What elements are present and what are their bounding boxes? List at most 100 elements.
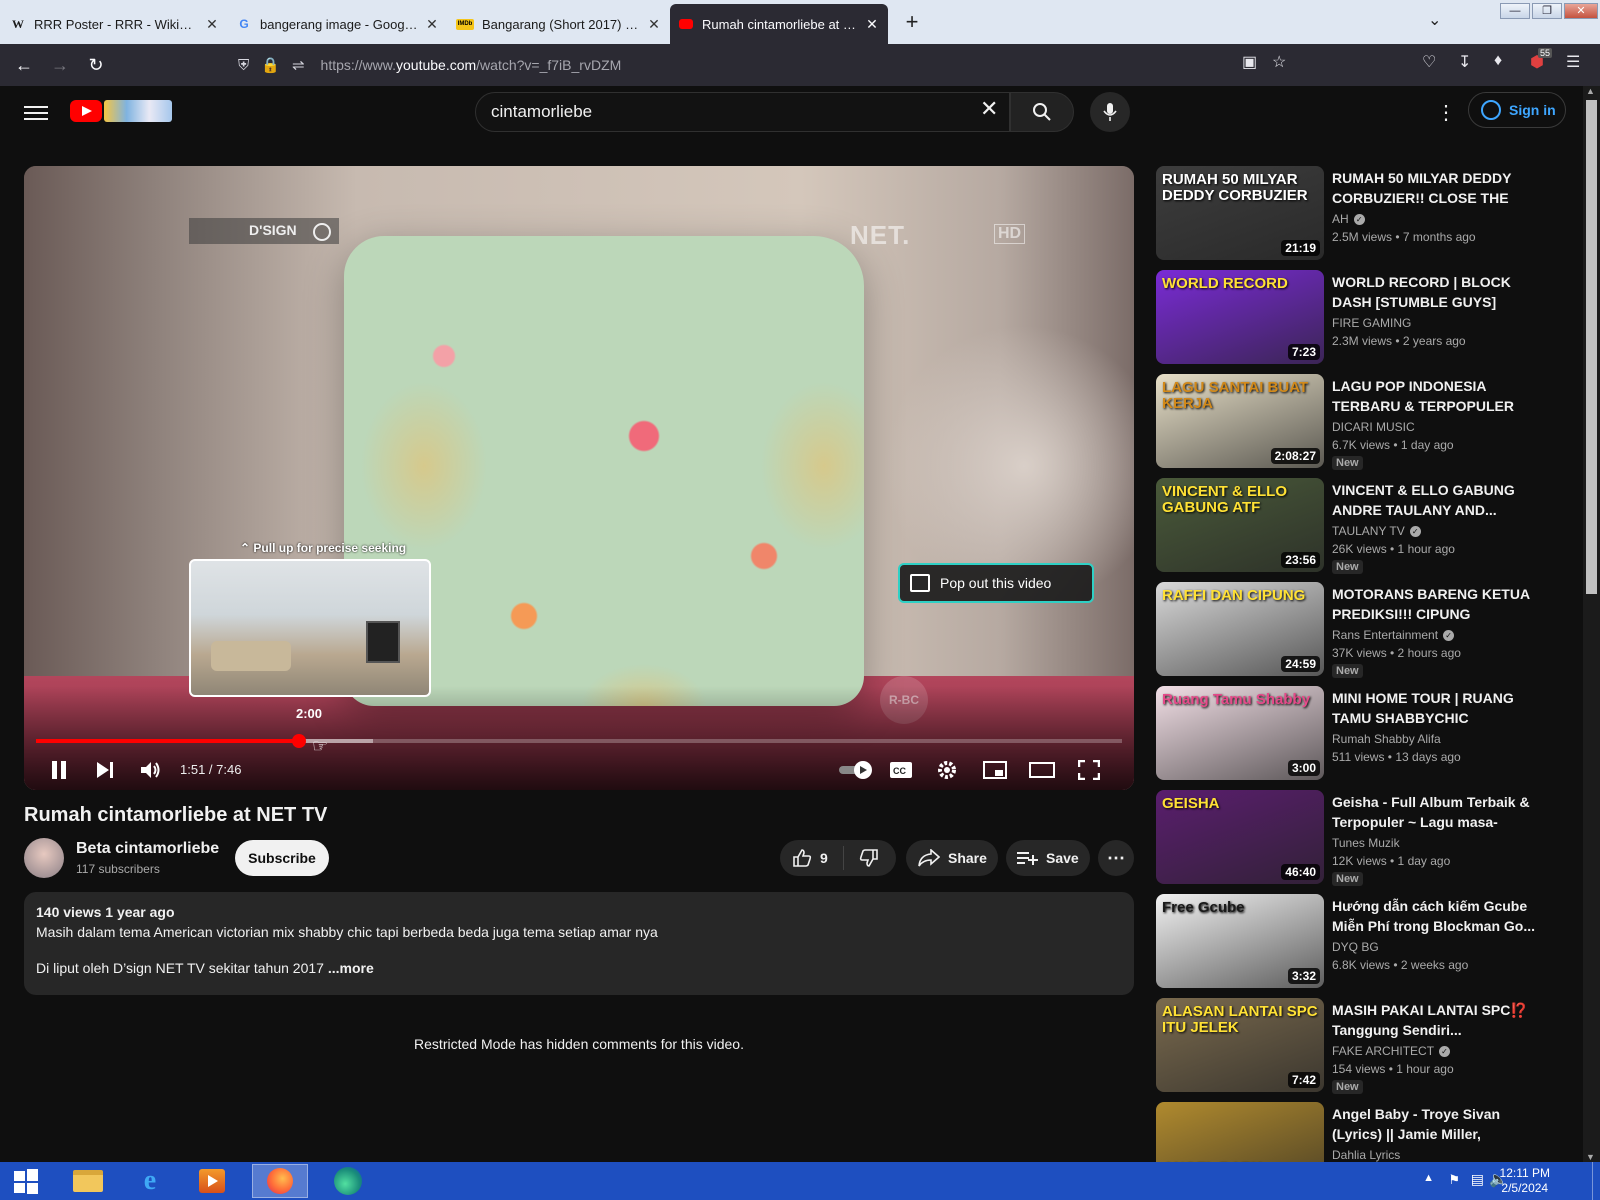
scrubber-handle[interactable] [291,734,306,748]
recommended-channel[interactable]: FIRE GAMING [1332,316,1411,330]
flag-notification-icon[interactable]: ⚑ [1448,1172,1460,1188]
sign-in-button[interactable]: Sign in [1468,92,1566,128]
close-tab-icon[interactable]: ✕ [864,16,880,33]
recommended-title[interactable]: MINI HOME TOUR | RUANG TAMU SHABBYCHIC [1332,688,1536,728]
video-thumbnail[interactable]: VINCENT & ELLO GABUNG ATF 23:56 [1156,478,1324,572]
search-input[interactable]: cintamorliebe [475,92,1010,132]
internet-explorer-taskbar-button[interactable]: e [128,1164,172,1198]
recommended-channel[interactable]: FAKE ARCHITECT ✓ [1332,1044,1451,1058]
start-button[interactable] [4,1164,48,1198]
autoplay-toggle[interactable] [836,752,876,788]
recommended-title[interactable]: MASIH PAKAI LANTAI SPC⁉️Tanggung Sendiri… [1332,1000,1536,1040]
recommended-channel[interactable]: Rumah Shabby Alifa [1332,732,1441,746]
close-tab-icon[interactable]: ✕ [424,16,440,33]
close-tab-icon[interactable]: ✕ [646,16,662,33]
permissions-icon[interactable]: ⇌ [292,56,305,74]
shield-icon[interactable]: ⛨ [238,57,249,74]
video-thumbnail[interactable]: RAFFI DAN CIPUNG 24:59 [1156,582,1324,676]
progress-bar[interactable] [36,734,1122,748]
recommended-channel[interactable]: AH ✓ [1332,212,1365,226]
browser-tab[interactable]: IMDb Bangarang (Short 2017) - IMDb ✕ [448,4,670,44]
edge-taskbar-button[interactable] [326,1164,370,1198]
recommended-title[interactable]: Angel Baby - Troye Sivan (Lyrics) || Jam… [1332,1104,1536,1144]
video-thumbnail[interactable]: ALASAN LANTAI SPC ITU JELEK 7:42 [1156,998,1324,1092]
recommended-channel[interactable]: TAULANY TV ✓ [1332,524,1421,538]
share-button[interactable]: Share [906,840,998,876]
recommended-video[interactable]: GEISHA 46:40 Geisha - Full Album Terbaik &… [1156,790,1540,886]
recommended-title[interactable]: MOTORANS BARENG KETUA PREDIKSI!!! CIPUNG… [1332,584,1536,624]
search-button[interactable] [1010,92,1074,132]
recommended-video[interactable]: Free Gcube 3:32 Hướng dẫn cách kiếm Gcube … [1156,894,1540,990]
lock-icon[interactable]: 🔒 [261,56,280,74]
channel-name[interactable]: Beta cintamorliebe [76,840,219,858]
video-thumbnail[interactable]: Free Gcube 3:32 [1156,894,1324,988]
back-arrow-icon[interactable]: ← [6,55,42,76]
translate-page-icon[interactable]: ▣ [1242,52,1257,72]
youtube-logo-icon[interactable] [70,100,102,122]
subscribe-button[interactable]: Subscribe [235,840,329,876]
scrollbar-thumb[interactable] [1586,100,1597,594]
scroll-down-icon[interactable]: ▼ [1586,1152,1595,1162]
miniplayer-button[interactable] [980,752,1010,788]
file-explorer-taskbar-button[interactable] [66,1164,110,1198]
more-actions-button[interactable]: ⋯ [1098,840,1134,876]
new-tab-button[interactable]: + [898,9,926,35]
hamburger-menu-icon[interactable]: ☰ [1566,52,1580,72]
pocket-icon[interactable]: ♡ [1422,52,1436,72]
firefox-taskbar-button[interactable] [252,1164,308,1198]
show-more-link[interactable]: ...more [328,960,374,976]
recommended-channel[interactable]: DICARI MUSIC [1332,420,1415,434]
page-scrollbar[interactable]: ▲ ▼ [1583,86,1600,1162]
recommended-title[interactable]: Geisha - Full Album Terbaik & Terpopuler… [1332,792,1536,832]
recommended-video[interactable]: WORLD RECORD 7:23 WORLD RECORD | BLOCK DAS… [1156,270,1540,366]
bookmark-star-icon[interactable]: ☆ [1272,52,1286,72]
recommended-video[interactable]: ANGEL BABYAngel Baby - Troye Sivan (Lyri… [1156,1102,1540,1162]
close-tab-icon[interactable]: ✕ [204,16,220,33]
recommended-title[interactable]: LAGU POP INDONESIA TERBARU & TERPOPULER … [1332,376,1536,416]
recommended-channel[interactable]: Dahlia Lyrics [1332,1148,1400,1162]
reload-icon[interactable]: ↻ [78,55,114,76]
recommended-video[interactable]: LAGU SANTAI BUAT KERJA 2:08:27 LAGU POP IN… [1156,374,1540,470]
video-thumbnail[interactable]: ANGEL BABY [1156,1102,1324,1162]
restore-window-button[interactable]: ❐ [1532,3,1562,19]
recommended-channel[interactable]: Rans Entertainment ✓ [1332,628,1455,642]
description-box[interactable]: 140 views 1 year ago Masih dalam tema Am… [24,892,1134,995]
voice-search-button[interactable] [1090,92,1130,132]
settings-kebab-icon[interactable]: ⋮ [1436,100,1456,125]
recommended-video[interactable]: ALASAN LANTAI SPC ITU JELEK 7:42 MASIH PAK… [1156,998,1540,1094]
recommended-channel[interactable]: Tunes Muzik [1332,836,1400,850]
dislike-button[interactable] [844,848,894,868]
guide-menu-icon[interactable] [24,102,48,122]
network-icon[interactable]: ▤ [1471,1171,1484,1188]
fullscreen-button[interactable] [1074,752,1104,788]
recommended-title[interactable]: VINCENT & ELLO GABUNG ANDRE TAULANY AND.… [1332,480,1536,520]
recommended-video[interactable]: RUMAH 50 MILYAR DEDDY CORBUZIER 21:19 RUMA… [1156,166,1540,262]
recommended-channel[interactable]: DYQ BG [1332,940,1379,954]
theater-mode-button[interactable] [1027,752,1057,788]
recommended-video[interactable]: VINCENT & ELLO GABUNG ATF 23:56 VINCENT & … [1156,478,1540,574]
pause-button[interactable] [44,752,74,788]
clear-search-icon[interactable]: ✕ [980,96,998,122]
browser-tab[interactable]: Gbangerang image - Google Sear ✕ [228,4,448,44]
recommended-title[interactable]: WORLD RECORD | BLOCK DASH [STUMBLE GUYS] [1332,272,1536,312]
next-video-button[interactable] [90,752,120,788]
channel-avatar[interactable] [24,838,64,878]
video-thumbnail[interactable]: WORLD RECORD 7:23 [1156,270,1324,364]
show-desktop-button[interactable] [1592,1162,1600,1200]
list-all-tabs-icon[interactable]: ⌄ [1428,10,1441,30]
browser-tab[interactable]: Rumah cintamorliebe at NET TV ✕ [670,4,888,44]
like-button[interactable]: 9 [780,846,844,870]
recommended-video[interactable]: Ruang Tamu Shabby 3:00 MINI HOME TOUR | RU… [1156,686,1540,782]
browser-tab[interactable]: W RRR Poster - RRR - Wikipedia ✕ [2,4,228,44]
close-window-button[interactable]: ✕ [1564,3,1598,19]
extensions-icon[interactable]: ♦ [1494,52,1502,70]
forward-arrow-icon[interactable]: → [42,55,78,76]
video-thumbnail[interactable]: GEISHA 46:40 [1156,790,1324,884]
youtube-doodle-logo[interactable] [104,100,172,122]
video-thumbnail[interactable]: RUMAH 50 MILYAR DEDDY CORBUZIER 21:19 [1156,166,1324,260]
show-hidden-icons-arrow[interactable]: ▲ [1423,1172,1434,1184]
settings-button[interactable] [932,752,962,788]
recommended-title[interactable]: RUMAH 50 MILYAR DEDDY CORBUZIER!! CLOSE … [1332,168,1536,208]
media-player-taskbar-button[interactable] [190,1164,234,1198]
video-thumbnail[interactable]: LAGU SANTAI BUAT KERJA 2:08:27 [1156,374,1324,468]
